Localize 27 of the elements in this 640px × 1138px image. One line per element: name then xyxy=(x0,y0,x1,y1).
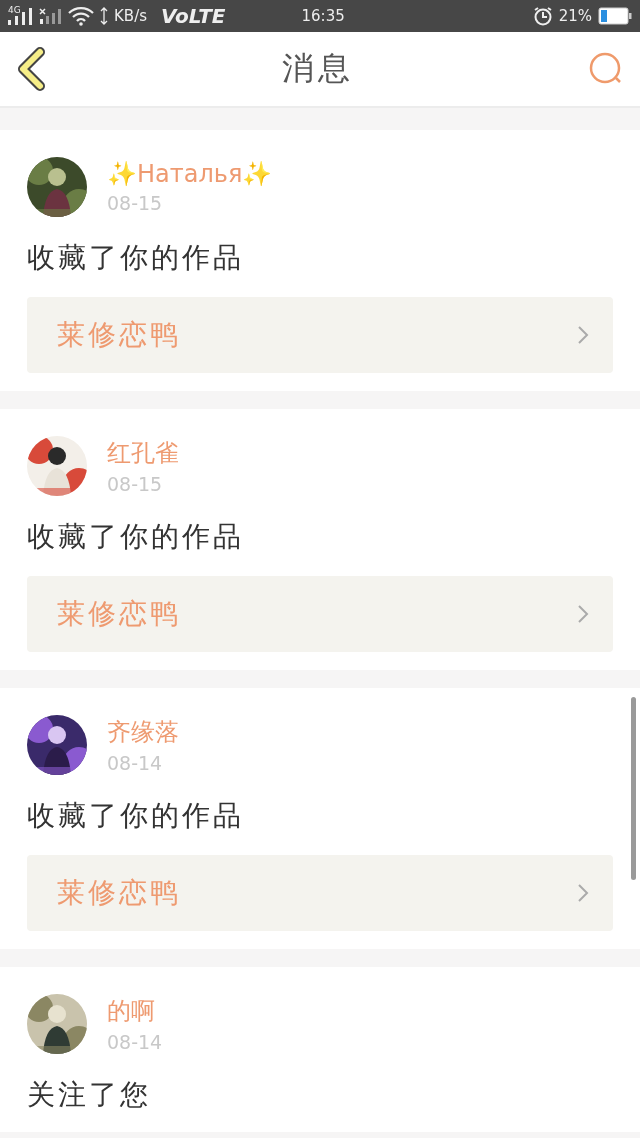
message-text: 收藏了你的作品 xyxy=(27,240,245,276)
work-link[interactable]: 莱修恋鸭 xyxy=(27,576,613,652)
work-link[interactable]: 莱修恋鸭 xyxy=(27,855,613,931)
network-speed: KB/s xyxy=(114,7,147,25)
signal-icon xyxy=(38,7,62,25)
user-name[interactable]: 的啊 xyxy=(107,995,163,1027)
chevron-right-icon xyxy=(577,325,589,345)
volte-label: VoLTE xyxy=(161,4,226,28)
message-text: 收藏了你的作品 xyxy=(27,519,245,555)
user-name[interactable]: ✨Наталья✨ xyxy=(107,160,273,188)
chevron-right-icon xyxy=(577,604,589,624)
alarm-clock-icon xyxy=(532,6,553,26)
wifi-icon xyxy=(68,6,94,26)
page-title: 消息 xyxy=(282,48,354,89)
work-link[interactable]: 莱修恋鸭 xyxy=(27,297,613,373)
transfer-arrows-icon xyxy=(100,7,108,25)
network-type: 4G xyxy=(8,4,21,15)
chevron-right-icon xyxy=(577,883,589,903)
user-name[interactable]: 红孔雀 xyxy=(107,437,179,469)
battery-percent: 21% xyxy=(558,7,592,25)
back-button[interactable] xyxy=(16,47,48,91)
signal-icon xyxy=(8,7,32,25)
message-text: 关注了您 xyxy=(27,1077,152,1113)
clock-time: 16:35 xyxy=(301,7,345,25)
battery-icon xyxy=(598,7,632,25)
user-name[interactable]: 齐缘落 xyxy=(107,716,179,748)
message-text: 收藏了你的作品 xyxy=(27,798,245,834)
